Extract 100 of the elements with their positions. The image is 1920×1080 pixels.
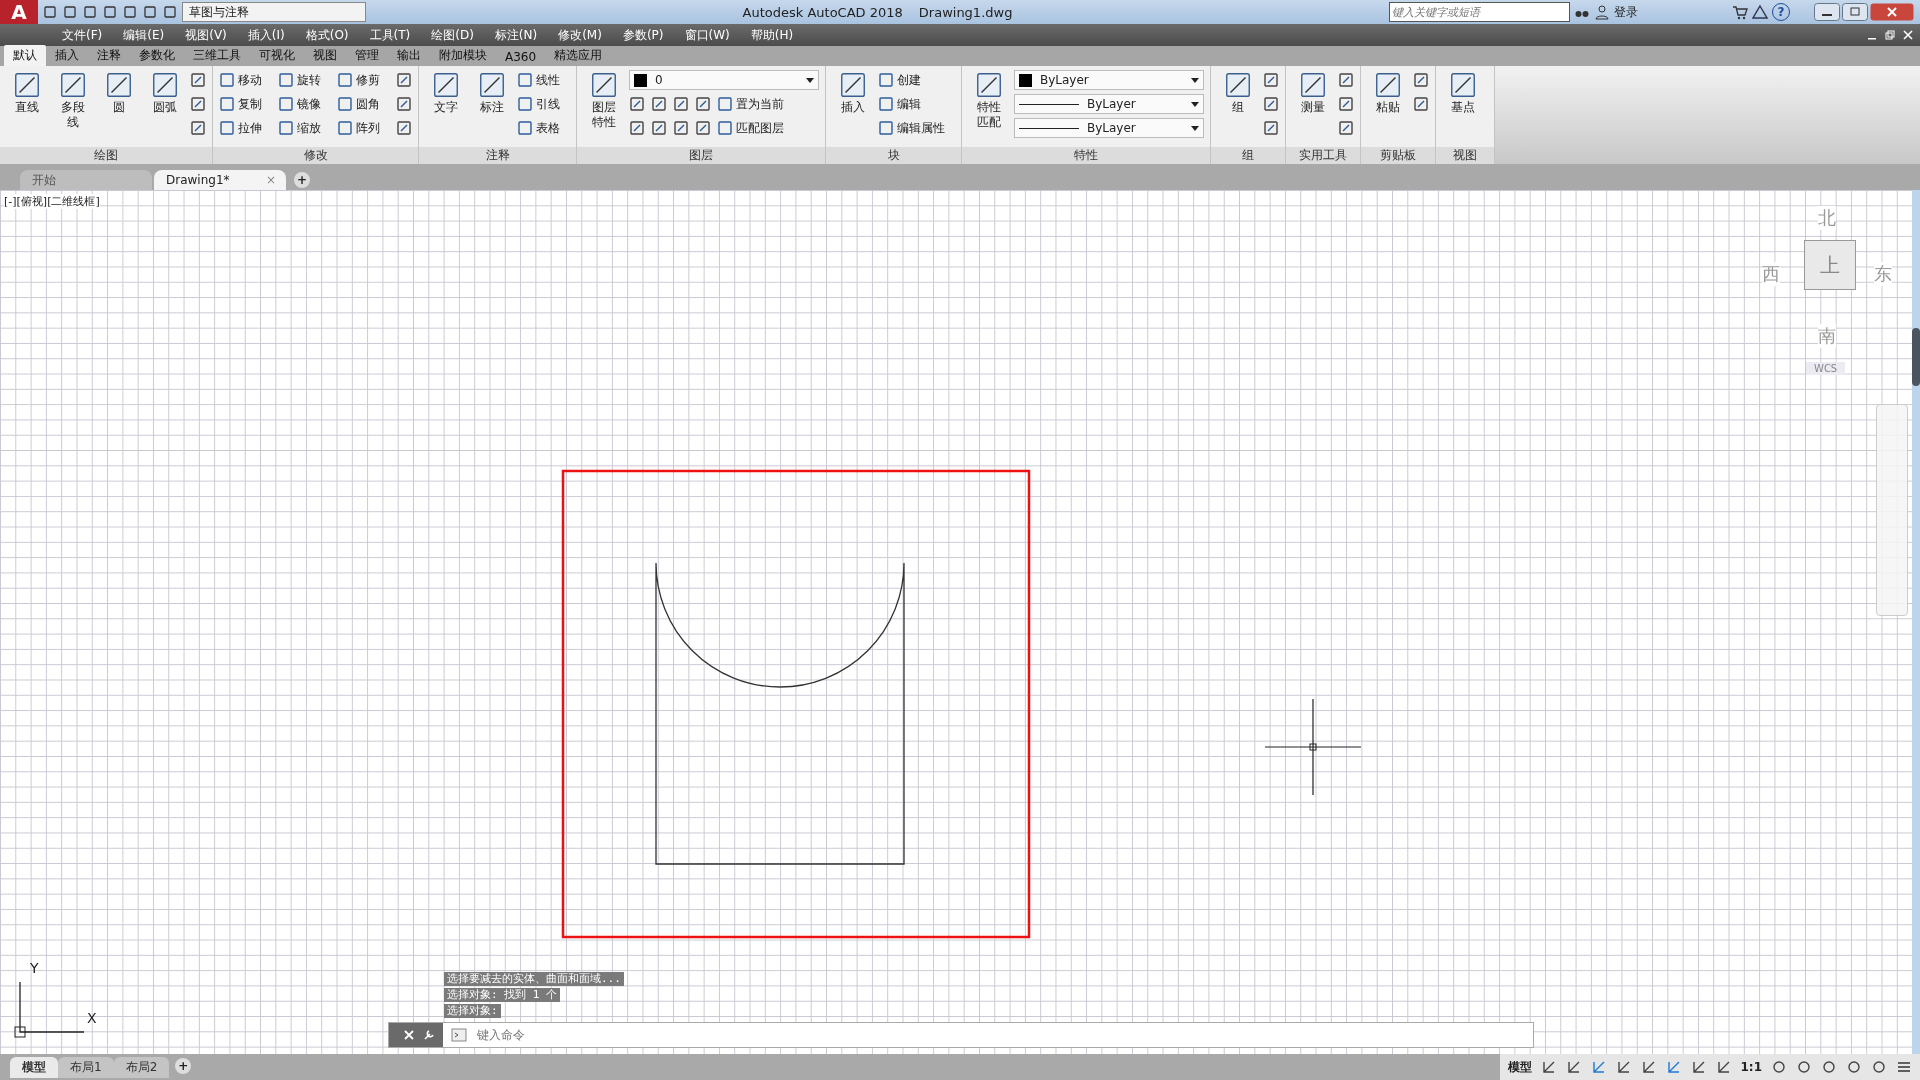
status-toggle-icon[interactable] xyxy=(1715,1059,1732,1075)
ribbon-button[interactable]: 基点 xyxy=(1442,70,1484,145)
status-toggle-icon[interactable] xyxy=(1565,1059,1582,1075)
dropdown[interactable]: ByLayer xyxy=(1014,118,1204,138)
status-toggle-icon[interactable] xyxy=(1540,1059,1557,1075)
ribbon-button[interactable]: 编辑属性 xyxy=(878,119,955,137)
menu-item[interactable]: 编辑(E) xyxy=(113,26,176,44)
ribbon-button[interactable]: 特性匹配 xyxy=(968,70,1010,145)
status-toggle-icon[interactable] xyxy=(1846,1059,1862,1075)
ribbon-tab[interactable]: 附加模块 xyxy=(430,45,496,66)
toolbar-icon[interactable] xyxy=(102,4,118,20)
ribbon-button[interactable]: 组 xyxy=(1217,70,1259,145)
tool-icon[interactable] xyxy=(1338,96,1354,112)
ribbon-button[interactable]: 粘贴 xyxy=(1367,70,1409,145)
ribbon-button[interactable]: 缩放 xyxy=(278,119,331,137)
tool-icon[interactable] xyxy=(190,120,206,136)
layout-tab[interactable]: 模型 xyxy=(10,1056,58,1078)
tool-icon[interactable] xyxy=(629,120,645,136)
command-input[interactable]: 键入命令 xyxy=(475,1027,1533,1043)
tool-icon[interactable] xyxy=(695,120,711,136)
ribbon-button[interactable]: 修剪 xyxy=(337,71,390,89)
panel-title[interactable]: 图层 xyxy=(577,147,825,164)
menu-item[interactable]: 工具(T) xyxy=(359,26,422,44)
close-icon[interactable] xyxy=(1870,3,1914,21)
ribbon-button[interactable]: 创建 xyxy=(878,71,931,89)
drawing-canvas[interactable]: [-][俯视][二维线框] 北 西 上 东 南 WCS Y X 选择要减去的实体、曲面和面域... 选择对象: 找到 1 个 选择对象: 键入命令 xyxy=(0,190,1920,1054)
tool-icon[interactable] xyxy=(1263,120,1279,136)
ribbon-tab[interactable]: 精选应用 xyxy=(545,45,612,66)
ribbon-button[interactable]: 引线 xyxy=(517,95,570,113)
close-icon[interactable] xyxy=(1902,29,1914,41)
menu-icon[interactable] xyxy=(1896,1059,1912,1075)
panel-title[interactable]: 注释 xyxy=(419,147,576,164)
status-toggle-icon[interactable] xyxy=(1640,1059,1657,1075)
tool-icon[interactable] xyxy=(396,72,412,88)
dropdown[interactable]: 0 xyxy=(629,70,819,90)
menu-item[interactable]: 修改(M) xyxy=(548,26,613,44)
ribbon-button[interactable]: 线性 xyxy=(517,71,570,89)
new-layout-button[interactable]: + xyxy=(175,1058,192,1074)
ribbon-button[interactable]: 阵列 xyxy=(337,119,390,137)
menu-item[interactable]: 窗口(W) xyxy=(674,26,741,44)
wrench-icon[interactable] xyxy=(423,1029,435,1041)
viewport-label[interactable]: [-][俯视][二维线框] xyxy=(4,194,100,209)
status-toggle-icon[interactable] xyxy=(1821,1059,1837,1075)
ribbon-button[interactable]: 移动 xyxy=(219,71,272,89)
tool-icon[interactable] xyxy=(629,96,645,112)
ribbon-button[interactable]: 圆角 xyxy=(337,95,390,113)
tool-icon[interactable] xyxy=(1263,72,1279,88)
ribbon-tab[interactable]: 输出 xyxy=(388,45,430,66)
toolbar-icon[interactable] xyxy=(122,4,138,20)
status-toggle-icon[interactable] xyxy=(1590,1059,1607,1075)
tool-icon[interactable] xyxy=(673,96,689,112)
status-toggle-icon[interactable] xyxy=(1771,1059,1787,1075)
ribbon-button[interactable]: 直线 xyxy=(6,70,48,145)
ribbon-button[interactable]: 旋转 xyxy=(278,71,331,89)
panel-title[interactable]: 块 xyxy=(826,147,961,164)
menu-item[interactable]: 绘图(D) xyxy=(421,26,485,44)
ribbon-button[interactable]: 测量 xyxy=(1292,70,1334,145)
menu-item[interactable]: 标注(N) xyxy=(484,26,549,44)
ribbon-button[interactable]: 标注 xyxy=(471,70,513,145)
panel-title[interactable]: 实用工具 xyxy=(1286,147,1360,164)
user-icon[interactable] xyxy=(1594,4,1610,20)
menu-item[interactable]: 参数(P) xyxy=(612,26,675,44)
toolbar-icon[interactable] xyxy=(42,4,58,20)
tool-icon[interactable] xyxy=(1263,96,1279,112)
annotation-scale-button[interactable]: 1:1 xyxy=(1740,1060,1762,1074)
ribbon-button[interactable]: 圆 xyxy=(98,70,140,145)
minimize-icon[interactable] xyxy=(1814,3,1840,21)
tool-icon[interactable] xyxy=(673,120,689,136)
triangle-icon[interactable] xyxy=(1752,4,1768,20)
ribbon-button[interactable]: 拉伸 xyxy=(219,119,272,137)
layout-tab[interactable]: 布局1 xyxy=(58,1056,114,1078)
tool-icon[interactable] xyxy=(190,72,206,88)
sign-in-link[interactable]: 登录 xyxy=(1614,3,1638,21)
restore-icon[interactable] xyxy=(1884,29,1896,41)
toolbar-icon[interactable] xyxy=(142,4,158,20)
model-space-button[interactable]: 模型 xyxy=(1507,1058,1532,1076)
status-toggle-icon[interactable] xyxy=(1615,1059,1632,1075)
ribbon-button[interactable]: 文字 xyxy=(425,70,467,145)
document-tab[interactable]: 开始 xyxy=(20,170,152,190)
panel-title[interactable]: 剪贴板 xyxy=(1361,147,1435,164)
tool-icon[interactable] xyxy=(651,96,667,112)
panel-title[interactable]: 绘图 xyxy=(0,147,212,164)
search-field[interactable]: 键入关键字或短语 xyxy=(1389,2,1570,22)
app-menu-button[interactable]: A xyxy=(0,0,38,24)
menu-item[interactable]: 插入(I) xyxy=(237,26,296,44)
status-toggle-icon[interactable] xyxy=(1871,1059,1887,1075)
ribbon-tab[interactable]: 管理 xyxy=(346,45,388,66)
new-tab-button[interactable]: + xyxy=(294,172,310,188)
menu-item[interactable]: 帮助(H) xyxy=(740,26,805,44)
cart-icon[interactable] xyxy=(1732,4,1748,20)
ribbon-button[interactable]: 编辑 xyxy=(878,95,931,113)
document-tab[interactable]: Drawing1* × xyxy=(154,170,286,190)
status-toggle-icon[interactable] xyxy=(1665,1059,1682,1075)
ribbon-button[interactable]: 插入 xyxy=(832,70,874,145)
tool-icon[interactable] xyxy=(695,96,711,112)
toolbar-icon[interactable] xyxy=(82,4,98,20)
tool-icon[interactable] xyxy=(1413,96,1429,112)
ribbon-button[interactable]: 图层特性 xyxy=(583,70,625,145)
tool-icon[interactable] xyxy=(1338,72,1354,88)
scroll-thumb[interactable] xyxy=(1912,328,1920,386)
